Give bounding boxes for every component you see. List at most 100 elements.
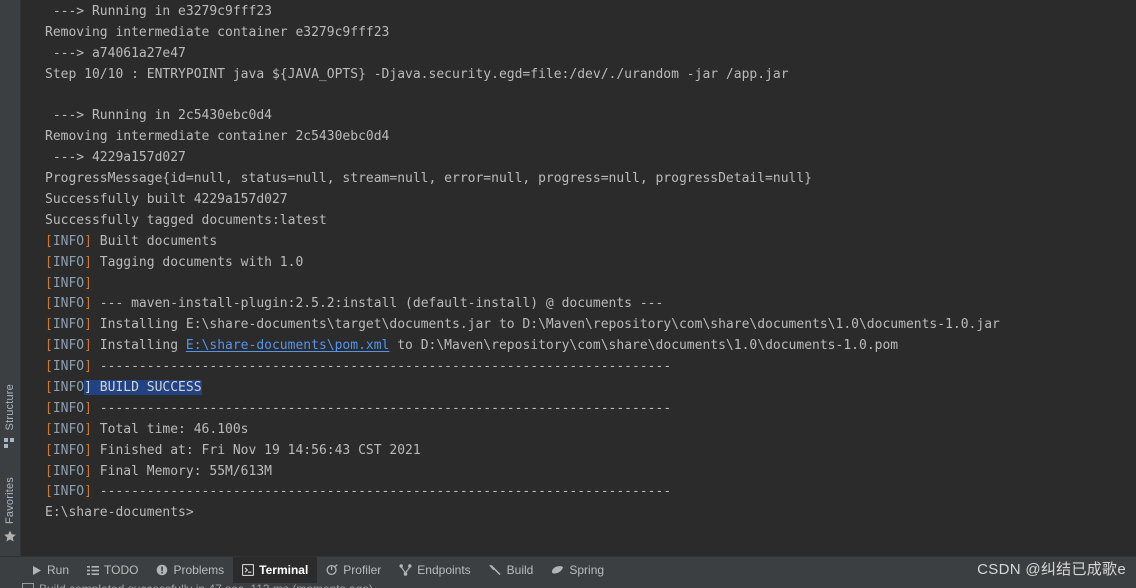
log-level-bracket: [ xyxy=(45,380,53,396)
log-level-bracket: ] xyxy=(84,233,92,249)
endpoints-icon xyxy=(399,564,412,576)
tool-tab-terminal[interactable]: Terminal xyxy=(233,557,318,583)
log-level-bracket: ] xyxy=(84,338,92,354)
tool-window-tabs: Run TODO Problems Terminal Profiler Endpoints… xyxy=(22,557,613,583)
log-level-bracket: [ xyxy=(45,359,53,375)
log-level-bracket: ] xyxy=(84,463,92,479)
tool-tab-todo[interactable]: TODO xyxy=(78,557,147,583)
log-level-bracket: ] xyxy=(84,254,92,270)
tool-tab-label: Build xyxy=(506,563,534,577)
log-level-label: INFO xyxy=(52,275,85,291)
rail-item-favorites-label: Favorites xyxy=(4,477,16,525)
terminal-output: ---> Running in e3279c9fff23 Removing int… xyxy=(45,2,1136,524)
log-level-bracket: ] xyxy=(84,484,92,500)
log-level-bracket: [ xyxy=(45,254,53,270)
log-level-bracket: [ xyxy=(45,338,53,354)
log-level-bracket: [ xyxy=(45,233,53,249)
terminal-line: ProgressMessage{id=null, status=null, st… xyxy=(45,169,1136,190)
star-icon xyxy=(3,528,17,542)
log-level-bracket: [ xyxy=(45,463,53,479)
terminal-text: Removing intermediate container 2c5430eb… xyxy=(45,129,390,145)
terminal-text: Removing intermediate container e3279c9f… xyxy=(45,24,390,40)
terminal-line: Successfully built 4229a157d027 xyxy=(45,190,1136,211)
terminal-line: ---> a74061a27e47 xyxy=(45,44,1136,65)
log-level-bracket: [ xyxy=(45,400,53,416)
terminal-line: [INFO] xyxy=(45,274,1136,295)
ide-window: Structure Favorites ---> Running in e327… xyxy=(0,0,1136,588)
terminal-line: [INFO] Finished at: Fri Nov 19 14:56:43 … xyxy=(45,441,1136,462)
tool-tab-problems[interactable]: Problems xyxy=(147,557,233,583)
tool-tab-label: Terminal xyxy=(259,563,309,577)
terminal-text: ProgressMessage{id=null, status=null, st… xyxy=(45,171,813,187)
tool-tab-label: Spring xyxy=(569,563,605,577)
log-level-label: INFO xyxy=(52,442,85,458)
terminal-text: --- maven-install-plugin:2.5.2:install (… xyxy=(91,296,664,312)
log-level-label: INFO xyxy=(52,296,85,312)
terminal-line: [INFO] Final Memory: 55M/613M xyxy=(45,462,1136,483)
terminal-line: E:\share-documents> xyxy=(45,503,1136,524)
tool-tab-endpoints[interactable]: Endpoints xyxy=(390,557,479,583)
tool-tab-label: TODO xyxy=(104,563,139,577)
terminal-text: ---> 4229a157d027 xyxy=(45,150,186,166)
terminal-line: [INFO] ---------------------------------… xyxy=(45,399,1136,420)
tool-tab-label: Run xyxy=(47,563,70,577)
terminal-line: Removing intermediate container e3279c9f… xyxy=(45,23,1136,44)
terminal-line: Step 10/10 : ENTRYPOINT java ${JAVA_OPTS… xyxy=(45,65,1136,86)
structure-icon xyxy=(3,434,17,449)
log-level-label: INFO xyxy=(52,400,85,416)
log-level-label: INFO xyxy=(52,338,85,354)
log-level-bracket: ] xyxy=(84,442,92,458)
rail-item-favorites[interactable]: Favorites xyxy=(0,477,20,542)
play-icon xyxy=(31,565,42,576)
terminal-text: Step 10/10 : ENTRYPOINT java ${JAVA_OPTS… xyxy=(45,66,789,82)
list-icon xyxy=(87,565,100,576)
terminal-line: [INFO] Tagging documents with 1.0 xyxy=(45,253,1136,274)
warning-icon xyxy=(156,564,168,576)
log-level-bracket: [ xyxy=(45,275,53,291)
terminal-text: Tagging documents with 1.0 xyxy=(91,254,304,270)
terminal-text: ----------------------------------------… xyxy=(91,484,672,500)
terminal-line: Removing intermediate container 2c5430eb… xyxy=(45,127,1136,148)
main-area: Structure Favorites ---> Running in e327… xyxy=(0,0,1136,556)
log-level-label: INFO xyxy=(52,233,85,249)
tool-tab-run[interactable]: Run xyxy=(22,557,78,583)
terminal-line: [INFO] --- maven-install-plugin:2.5.2:in… xyxy=(45,294,1136,315)
rail-item-structure[interactable]: Structure xyxy=(0,384,20,449)
log-level-bracket: [ xyxy=(45,484,53,500)
file-path-link[interactable]: E:\share-documents\pom.xml xyxy=(186,338,390,353)
left-tool-rail: Structure Favorites xyxy=(0,0,21,556)
leaf-icon xyxy=(551,564,564,576)
log-level-label: INFO xyxy=(52,317,85,333)
log-level-label: INFO xyxy=(52,380,85,396)
terminal-line: [INFO] Installing E:\share-documents\pom… xyxy=(45,336,1136,357)
terminal-console[interactable]: ---> Running in e3279c9fff23 Removing int… xyxy=(21,0,1136,556)
terminal-text: Installing xyxy=(91,338,186,354)
terminal-text: Built documents xyxy=(91,233,218,249)
selected-text: ] BUILD SUCCESS xyxy=(84,380,202,396)
log-level-bracket: [ xyxy=(45,296,53,312)
terminal-text: E:\share-documents> xyxy=(45,505,194,521)
tool-tab-build[interactable]: Build xyxy=(480,557,543,583)
log-level-bracket: ] xyxy=(84,296,92,312)
terminal-line: [INFO] BUILD SUCCESS xyxy=(45,378,1136,399)
terminal-line: [INFO] Total time: 46.100s xyxy=(45,420,1136,441)
tool-tab-profiler[interactable]: Profiler xyxy=(317,557,390,583)
log-level-label: INFO xyxy=(52,421,85,437)
tool-tab-label: Endpoints xyxy=(417,563,471,577)
tool-window-bar: Run TODO Problems Terminal Profiler Endpoints… xyxy=(0,556,1136,583)
log-level-bracket: ] xyxy=(84,317,92,333)
tool-tab-spring[interactable]: Spring xyxy=(542,557,613,583)
log-level-bracket: ] xyxy=(84,421,92,437)
log-level-bracket: [ xyxy=(45,317,53,333)
profiler-icon xyxy=(326,564,338,576)
log-level-bracket: ] xyxy=(84,359,92,375)
terminal-text: ----------------------------------------… xyxy=(91,359,672,375)
csdn-watermark: CSDN @纠结已成歌e xyxy=(977,561,1126,578)
terminal-text: ----------------------------------------… xyxy=(91,400,672,416)
terminal-line: Successfully tagged documents:latest xyxy=(45,211,1136,232)
log-level-label: INFO xyxy=(52,254,85,270)
status-bar: Build completed successfully in 47 sec, … xyxy=(0,583,1136,588)
terminal-icon xyxy=(242,564,255,576)
tool-tab-label: Problems xyxy=(173,563,225,577)
